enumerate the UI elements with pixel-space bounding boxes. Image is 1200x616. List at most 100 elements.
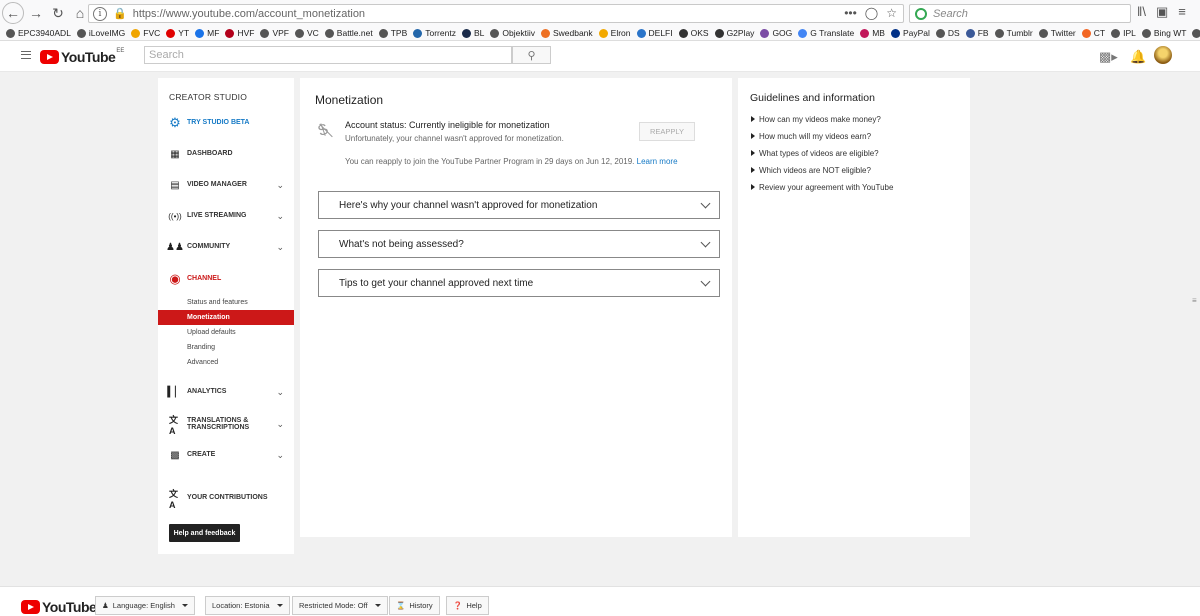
guide-link[interactable]: How can my videos make money? (751, 115, 881, 124)
sidebar-item-live-streaming[interactable]: ((•)) LIVE STREAMING ⌄ (158, 208, 294, 224)
help-button[interactable]: ❓ Help (446, 596, 489, 615)
bookmark-item[interactable]: IPL (1111, 28, 1136, 38)
bookmark-label: G2Play (726, 28, 755, 38)
sidebar-item-dashboard[interactable]: ▦ DASHBOARD (158, 146, 294, 162)
hamburger-menu-icon[interactable]: ≡ (1178, 4, 1186, 20)
help-icon: ❓ (453, 601, 463, 610)
logo-wordmark: YouTube (61, 49, 116, 65)
bookmark-item[interactable]: DS (935, 28, 960, 38)
search-button[interactable]: ⚲ (512, 46, 551, 64)
forward-arrow-icon[interactable]: → (26, 3, 46, 23)
bell-icon[interactable]: 🔔 (1130, 49, 1146, 65)
bookmark-item[interactable]: FVC (131, 28, 160, 38)
sidebar-item-community[interactable]: ♟♟ COMMUNITY ⌄ (158, 239, 294, 255)
restricted-mode-button[interactable]: Restricted Mode: Off (292, 596, 388, 615)
bookmark-item[interactable]: G2Play (714, 28, 755, 38)
url-bar[interactable]: i 🔒 https://www.youtube.com/account_mone… (88, 4, 904, 23)
bookmark-item[interactable]: TPB (378, 28, 407, 38)
bookmark-item[interactable]: VC (294, 28, 319, 38)
bookmark-item[interactable]: HVF (225, 28, 254, 38)
chevron-down-icon[interactable]: ⌄ (276, 387, 284, 398)
youtube-logo[interactable]: YouTube EE (40, 48, 125, 65)
bookmark-favicon-icon (540, 28, 550, 38)
channel-sub-upload-defaults[interactable]: Upload defaults (158, 325, 294, 340)
sidebar-item-video-manager[interactable]: ▤ VIDEO MANAGER ⌄ (158, 177, 294, 193)
sidebar-icon[interactable]: ▣ (1156, 4, 1168, 20)
bookmark-item[interactable]: Twitter (1038, 28, 1076, 38)
youtube-header: YouTube EE Search ⚲ ▩▸ 🔔 (0, 41, 1200, 72)
guide-link[interactable]: What types of videos are eligible? (751, 149, 879, 158)
bookmark-item[interactable]: VPF (260, 28, 289, 38)
accordion-tips[interactable]: Tips to get your channel approved next t… (318, 269, 720, 297)
page-actions-icon[interactable]: ••• (844, 6, 857, 20)
sidebar-item-create[interactable]: ▩ CREATE ⌄ (158, 447, 294, 463)
bookmark-item[interactable]: PayPal (890, 28, 930, 38)
bookmark-item[interactable]: CT (1081, 28, 1105, 38)
video-camera-icon[interactable]: ▩▸ (1099, 49, 1118, 65)
sidebar-item-channel[interactable]: ◉ CHANNEL (158, 271, 294, 287)
channel-sub-advanced[interactable]: Advanced (158, 355, 294, 370)
bookmark-item[interactable]: EPC3940ADL (6, 28, 71, 38)
bookmark-item[interactable]: WT (1192, 28, 1200, 38)
channel-sub-status[interactable]: Status and features (158, 295, 294, 310)
bookmark-item[interactable]: Bing WT (1141, 28, 1186, 38)
bookmark-item[interactable]: Torrentz (413, 28, 456, 38)
guide-link[interactable]: Which videos are NOT eligible? (751, 166, 871, 175)
scrollbar-grip-icon[interactable]: ≡ (1192, 296, 1197, 305)
sidebar-item-try-studio-beta[interactable]: ⚙ TRY STUDIO BETA (158, 115, 294, 131)
bookmark-item[interactable]: Elron (598, 28, 631, 38)
info-icon[interactable]: i (93, 6, 107, 21)
pocket-icon[interactable]: ◯ (865, 6, 878, 20)
chevron-down-icon[interactable]: ⌄ (276, 180, 284, 191)
chevron-down-icon[interactable]: ⌄ (276, 242, 284, 253)
bookmark-favicon-icon (760, 28, 770, 38)
chevron-down-icon[interactable]: ⌄ (276, 419, 284, 430)
reapply-button[interactable]: REAPPLY (639, 122, 695, 141)
chevron-down-icon[interactable]: ⌄ (276, 211, 284, 222)
bookmark-item[interactable]: GOG (760, 28, 792, 38)
bookmark-item[interactable]: YT (166, 28, 189, 38)
bookmark-item[interactable]: MF (195, 28, 219, 38)
bookmark-item[interactable]: FB (965, 28, 989, 38)
guide-link[interactable]: How much will my videos earn? (751, 132, 871, 141)
guide-link[interactable]: Review your agreement with YouTube (751, 183, 893, 192)
guide-menu-icon[interactable] (21, 51, 31, 59)
sidebar-item-analytics[interactable]: ▍▏ ANALYTICS ⌄ (158, 384, 294, 400)
avatar[interactable] (1154, 46, 1172, 64)
bookmark-item[interactable]: MB (860, 28, 885, 38)
bookmark-item[interactable]: Battle.net (324, 28, 373, 38)
chevron-down-icon[interactable]: ⌄ (276, 450, 284, 461)
search-input[interactable]: Search (144, 46, 512, 64)
bookmark-item[interactable]: BL (461, 28, 484, 38)
language-button[interactable]: ♟ Language: English (95, 596, 195, 615)
channel-sub-monetization[interactable]: Monetization (158, 310, 294, 325)
sidebar-item-translations[interactable]: 文A TRANSLATIONS & TRANSCRIPTIONS ⌄ (158, 415, 294, 436)
reload-icon[interactable]: ↻ (48, 3, 68, 23)
accordion-why-not-approved[interactable]: Here's why your channel wasn't approved … (318, 191, 720, 219)
bookmark-item[interactable]: OKS (678, 28, 709, 38)
bookmark-label: OKS (690, 28, 709, 38)
bookmark-favicon-icon (798, 28, 808, 38)
star-icon[interactable]: ☆ (886, 6, 897, 20)
accordion-not-assessed[interactable]: What's not being assessed? (318, 230, 720, 258)
back-arrow-icon[interactable]: ← (2, 2, 24, 24)
bookmark-item[interactable]: Tumblr (994, 28, 1033, 38)
location-button[interactable]: Location: Estonia (205, 596, 290, 615)
bookmark-item[interactable]: Swedbank (540, 28, 593, 38)
home-icon[interactable]: ⌂ (70, 3, 90, 23)
footer-youtube-logo[interactable]: YouTube (21, 599, 97, 615)
history-button[interactable]: ⌛ History (389, 596, 440, 615)
help-and-feedback-button[interactable]: Help and feedback (169, 524, 240, 542)
browser-search-bar[interactable]: Search (909, 4, 1131, 23)
bookmark-item[interactable]: Objektiiv (490, 28, 535, 38)
sidebar-item-your-contributions[interactable]: 文A YOUR CONTRIBUTIONS (158, 489, 294, 510)
learn-more-link[interactable]: Learn more (637, 157, 678, 166)
bookmark-item[interactable]: DELFI (636, 28, 673, 38)
lock-icon[interactable]: 🔒 (113, 7, 127, 20)
channel-sub-branding[interactable]: Branding (158, 340, 294, 355)
bookmark-item[interactable]: G Translate (798, 28, 854, 38)
bookmark-item[interactable]: iLoveIMG (76, 28, 125, 38)
country-code: EE (116, 48, 125, 54)
library-icon[interactable]: ‖\ (1137, 4, 1146, 20)
url-text[interactable]: https://www.youtube.com/account_monetiza… (133, 8, 365, 20)
